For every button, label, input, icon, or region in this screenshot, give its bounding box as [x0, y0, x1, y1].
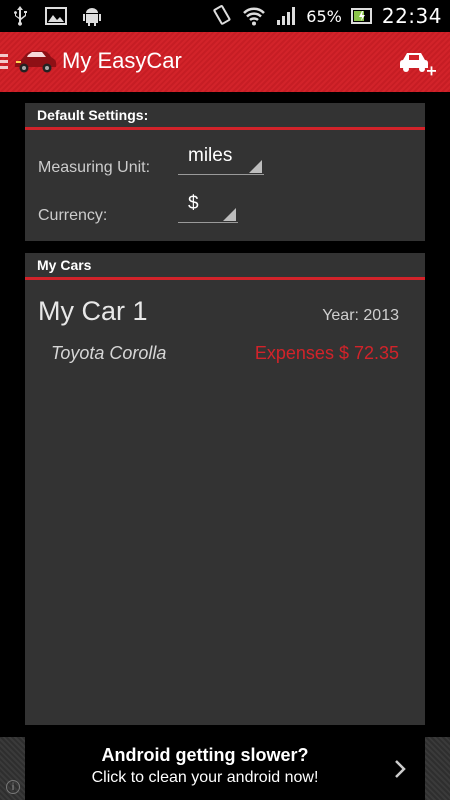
ad-subtitle: Click to clean your android now!: [91, 769, 319, 786]
currency-label: Currency:: [38, 207, 108, 224]
ad-side-right: [425, 737, 450, 800]
default-settings-header: Default Settings:: [25, 103, 425, 130]
wifi-icon: [242, 4, 266, 28]
image-icon: [44, 4, 68, 28]
vibrate-icon: [210, 4, 234, 28]
car-list-item[interactable]: My Car 1 Year: 2013 Toyota Corolla Expen…: [25, 253, 425, 373]
car-logo-icon[interactable]: [12, 46, 58, 78]
usb-icon: [8, 4, 32, 28]
chevron-right-icon[interactable]: [393, 759, 407, 779]
action-bar: My EasyCar: [0, 32, 450, 92]
my-cars-panel: My Cars My Car 1 Year: 2013 Toyota Corol…: [25, 253, 425, 725]
battery-percent: 65%: [306, 6, 342, 26]
car-model: Toyota Corolla: [51, 343, 167, 363]
ad-banner[interactable]: i Android getting slower? Click to clean…: [0, 737, 450, 800]
status-bar: 65% 22:34: [0, 0, 450, 32]
car-name: My Car 1: [38, 296, 148, 326]
android-icon: [80, 4, 104, 28]
info-icon[interactable]: i: [6, 780, 20, 794]
ad-content[interactable]: Android getting slower? Click to clean y…: [25, 737, 425, 800]
add-car-icon[interactable]: [398, 48, 438, 82]
measuring-unit-dropdown[interactable]: miles: [178, 141, 264, 175]
measuring-unit-value: miles: [188, 145, 233, 166]
ad-side-left: i: [0, 737, 25, 800]
status-notifications: [8, 4, 104, 28]
ad-title: Android getting slower?: [101, 745, 309, 765]
dropdown-arrow-icon: [249, 160, 262, 173]
measuring-unit-label: Measuring Unit:: [38, 159, 151, 176]
signal-icon: [274, 4, 298, 28]
currency-value: $: [188, 193, 199, 214]
battery-charging-icon: [350, 4, 374, 28]
drawer-menu-icon[interactable]: [0, 49, 10, 75]
dropdown-arrow-icon: [223, 208, 236, 221]
car-expenses: Expenses $ 72.35: [254, 343, 399, 363]
app-title: My EasyCar: [62, 48, 182, 73]
clock: 22:34: [381, 4, 442, 28]
car-year: Year: 2013: [322, 307, 399, 324]
status-system: 65% 22:34: [210, 4, 442, 28]
app-screen: 65% 22:34 My EasyCar Default Settings: M…: [0, 0, 450, 800]
currency-dropdown[interactable]: $: [178, 189, 238, 223]
default-settings-panel: Default Settings: Measuring Unit: miles …: [25, 103, 425, 241]
